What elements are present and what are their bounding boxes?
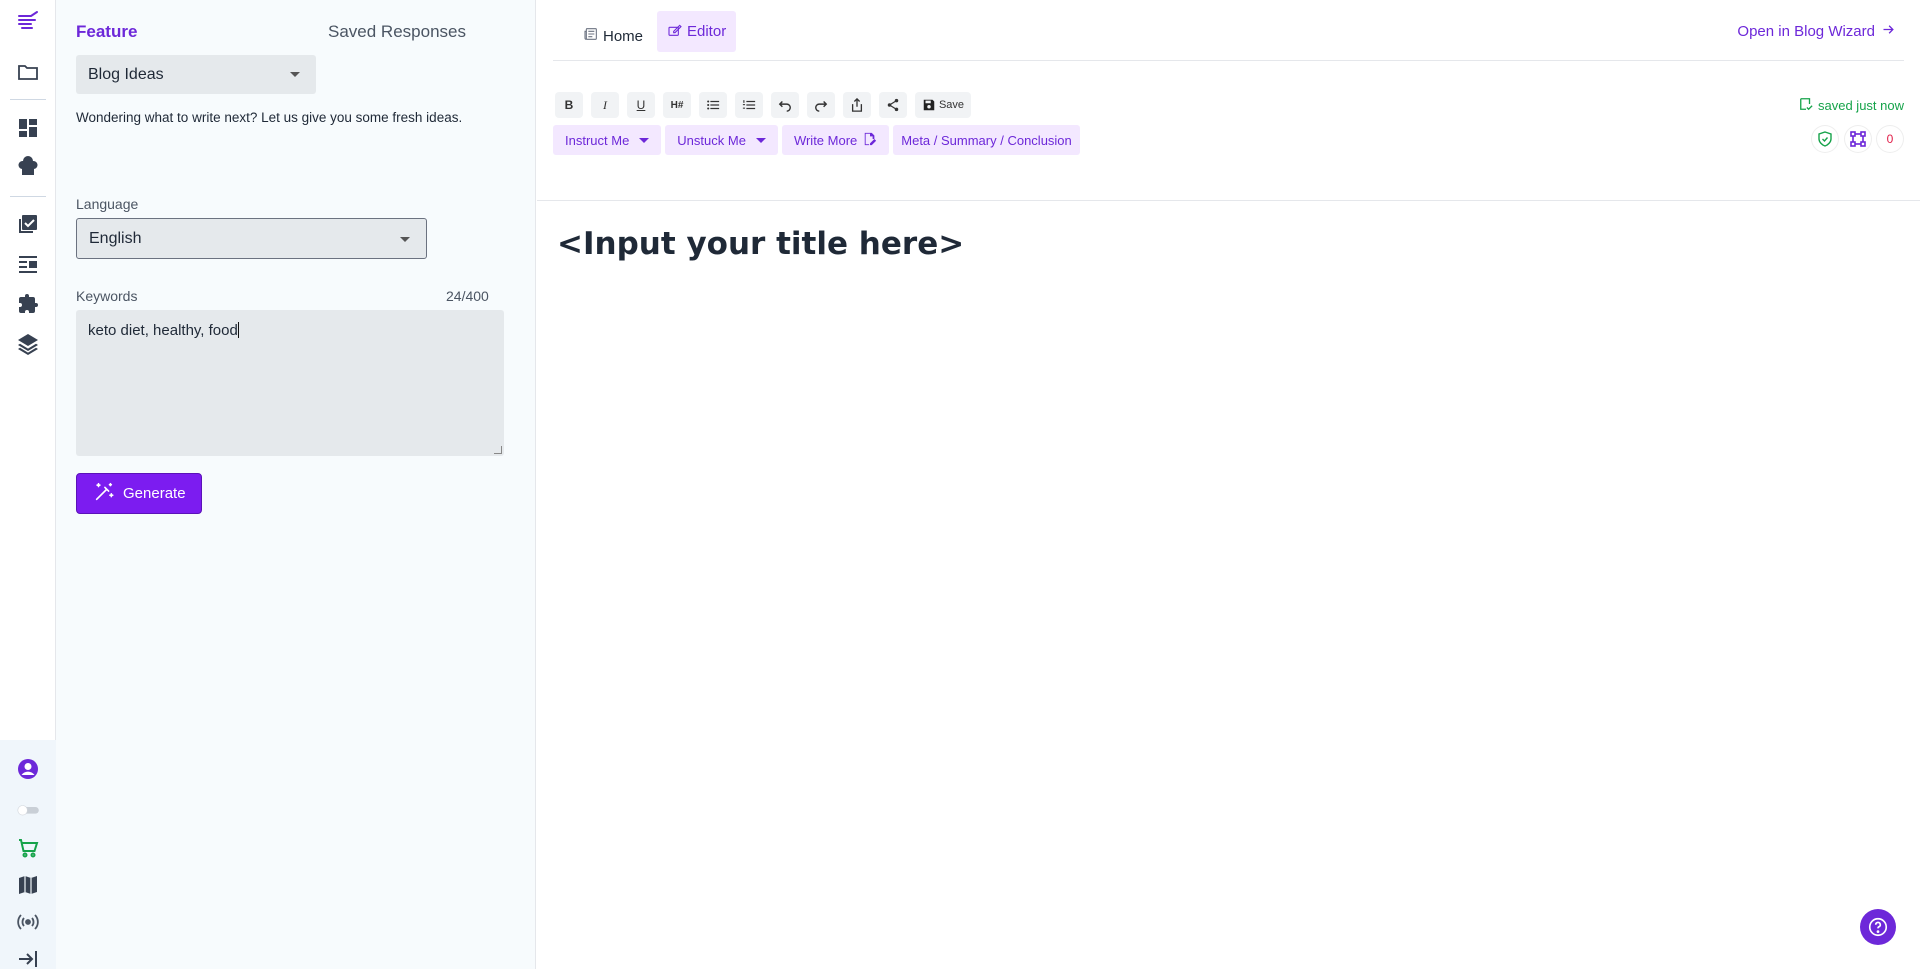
- meta-summary-conclusion-button[interactable]: Meta / Summary / Conclusion: [893, 125, 1080, 155]
- redo-button[interactable]: [807, 92, 835, 118]
- undo-button[interactable]: [771, 92, 799, 118]
- bullet-list-button[interactable]: [699, 92, 727, 118]
- help-button[interactable]: [1860, 909, 1896, 945]
- header-divider: [553, 60, 1904, 61]
- plagiarism-check-button[interactable]: [1812, 126, 1838, 152]
- unstuck-me-button[interactable]: Unstuck Me: [665, 125, 778, 155]
- instruct-me-label: Instruct Me: [565, 132, 630, 148]
- undo-icon: [778, 101, 791, 112]
- write-more-button[interactable]: Write More: [781, 125, 890, 155]
- magic-wand-icon: [93, 481, 115, 507]
- feature-panel: Feature Saved Responses Blog Ideas Wonde…: [56, 0, 536, 969]
- save-label: Save: [938, 99, 965, 111]
- underline-button[interactable]: U: [627, 92, 655, 118]
- tab-feature[interactable]: Feature: [76, 22, 137, 42]
- generate-label: Generate: [123, 485, 186, 502]
- language-label: Language: [76, 196, 139, 212]
- nav-editor[interactable]: Editor: [657, 11, 737, 52]
- collapse-icon[interactable]: [10, 941, 46, 969]
- editor-area: Home Editor Open in Blog Wizard B I U H#: [537, 0, 1920, 969]
- rail-divider: [10, 99, 46, 100]
- folder-icon[interactable]: [10, 54, 46, 90]
- keywords-text: keto diet, healthy, food: [88, 322, 238, 339]
- formatting-toolbar: B I U H# Save: [555, 92, 971, 118]
- edit-document-icon: [863, 132, 877, 149]
- feature-description: Wondering what to write next? Let us giv…: [76, 110, 463, 125]
- caret-down-icon: [290, 72, 300, 77]
- text-cursor: [237, 322, 239, 338]
- share-icon: [887, 98, 899, 112]
- save-status: saved just now: [1799, 97, 1904, 114]
- write-more-label: Write More: [793, 132, 858, 148]
- caret-down-icon: [639, 137, 650, 143]
- feature-select-value: Blog Ideas: [88, 65, 164, 83]
- arrow-right-icon: [1881, 22, 1896, 41]
- feature-select[interactable]: Blog Ideas: [76, 55, 316, 94]
- keywords-label: Keywords: [76, 288, 138, 304]
- caret-down-icon: [400, 237, 410, 242]
- instruct-me-button[interactable]: Instruct Me: [553, 125, 662, 155]
- account-icon[interactable]: [10, 751, 46, 787]
- nav-home-label: Home: [603, 27, 644, 45]
- shield-check-icon: [1818, 131, 1832, 147]
- puzzle-icon[interactable]: [10, 286, 46, 322]
- language-select[interactable]: English: [76, 218, 427, 259]
- rail-divider: [10, 196, 46, 197]
- save-button[interactable]: Save: [915, 92, 971, 118]
- issue-count-badge[interactable]: 0: [1877, 126, 1903, 152]
- icon-rail: [0, 0, 56, 969]
- numbered-list-button[interactable]: [735, 92, 763, 118]
- italic-button[interactable]: I: [591, 92, 619, 118]
- bold-button[interactable]: B: [555, 92, 583, 118]
- open-blog-wizard-label: Open in Blog Wizard: [1737, 23, 1875, 40]
- share-button[interactable]: [879, 92, 907, 118]
- saved-document-icon: [1799, 97, 1813, 114]
- logo-icon[interactable]: [10, 4, 46, 40]
- cart-icon[interactable]: [10, 830, 46, 866]
- article-icon[interactable]: [10, 246, 46, 282]
- open-blog-wizard-link[interactable]: Open in Blog Wizard: [1737, 22, 1896, 41]
- unstuck-me-label: Unstuck Me: [677, 132, 746, 148]
- help-icon: [1868, 917, 1888, 937]
- edit-icon: [667, 22, 683, 42]
- heading-button[interactable]: H#: [663, 92, 691, 118]
- nav-home[interactable]: Home: [577, 20, 649, 52]
- vector-square-icon: [1850, 131, 1866, 147]
- newspaper-icon: [583, 26, 599, 46]
- floppy-disk-icon: [923, 99, 935, 111]
- ai-actions-row: Instruct Me Unstuck Me Write More Meta /…: [553, 125, 1080, 155]
- resize-handle[interactable]: [494, 446, 502, 454]
- export-icon: [851, 98, 863, 112]
- redo-icon: [815, 101, 828, 112]
- tab-saved-responses[interactable]: Saved Responses: [328, 22, 466, 42]
- broadcast-icon[interactable]: [10, 904, 46, 940]
- save-status-text: saved just now: [1818, 98, 1904, 113]
- language-select-value: English: [89, 229, 142, 247]
- generate-button[interactable]: Generate: [76, 473, 202, 514]
- nav-editor-label: Editor: [687, 23, 727, 40]
- theme-toggle[interactable]: [10, 792, 46, 828]
- rail-bottom-section: [0, 740, 56, 969]
- structure-button[interactable]: [1845, 126, 1871, 152]
- toolbar-divider: [537, 200, 1920, 201]
- bullet-list-icon: [707, 100, 720, 110]
- checklist-icon[interactable]: [10, 206, 46, 242]
- export-button[interactable]: [843, 92, 871, 118]
- numbered-list-icon: [742, 100, 756, 110]
- caret-down-icon: [755, 137, 766, 143]
- chef-hat-icon[interactable]: [10, 149, 46, 185]
- layers-icon[interactable]: [10, 326, 46, 362]
- keywords-counter: 24/400: [446, 288, 489, 304]
- keywords-textarea[interactable]: keto diet, healthy, food: [76, 310, 504, 456]
- dashboard-icon[interactable]: [10, 110, 46, 146]
- document-title[interactable]: <Input your title here>: [557, 226, 964, 262]
- map-icon[interactable]: [10, 867, 46, 903]
